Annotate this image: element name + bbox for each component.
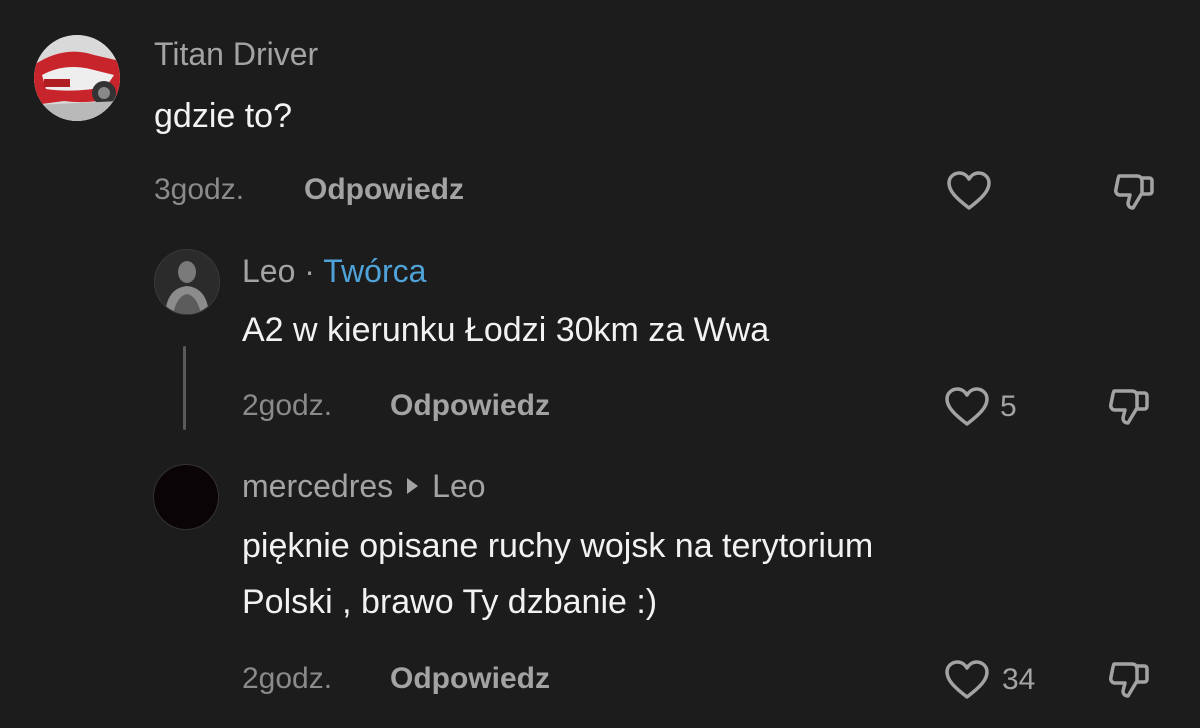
comment-username-row: Leo · Twórca xyxy=(242,251,426,291)
comment-timestamp: 3godz. xyxy=(154,173,245,206)
like-count: 34 xyxy=(1002,663,1036,696)
comment-timestamp: 2godz. xyxy=(242,389,333,422)
avatar[interactable] xyxy=(153,464,219,530)
heart-outline-icon[interactable] xyxy=(944,386,990,428)
comment-username[interactable]: mercedres xyxy=(242,468,393,504)
avatar[interactable] xyxy=(154,249,220,315)
comment-username[interactable]: Titan Driver xyxy=(154,34,318,74)
heart-outline-icon[interactable] xyxy=(944,659,990,701)
right-triangle-icon xyxy=(407,478,419,494)
thumbs-down-icon[interactable] xyxy=(1106,656,1152,702)
comment-text-line-2: Polski , brawo Ty dzbanie :) xyxy=(242,583,658,621)
comment-timestamp: 2godz. xyxy=(242,662,333,695)
comment-username-row: mercedres Leo xyxy=(242,466,486,506)
avatar-image xyxy=(155,250,219,314)
avatar-image xyxy=(34,35,120,121)
like-count: 5 xyxy=(1000,390,1017,423)
thumbs-down-icon[interactable] xyxy=(1106,383,1152,429)
reply-button[interactable]: Odpowiedz xyxy=(304,170,464,210)
heart-outline-icon[interactable] xyxy=(946,170,992,212)
thumbs-down-icon[interactable] xyxy=(1111,168,1157,214)
comment-text: A2 w kierunku Łodzi 30km za Wwa xyxy=(242,311,770,349)
creator-badge: Twórca xyxy=(323,253,427,289)
reply-button[interactable]: Odpowiedz xyxy=(390,386,550,426)
reply-button[interactable]: Odpowiedz xyxy=(390,659,550,699)
comment-username[interactable]: Leo xyxy=(242,253,295,289)
separator: · xyxy=(295,253,324,289)
comment-text-line-1: pięknie opisane ruchy wojsk na terytoriu… xyxy=(242,527,874,565)
thread-line xyxy=(183,346,186,430)
reply-to-username[interactable]: Leo xyxy=(432,468,485,504)
comment-text: gdzie to? xyxy=(154,97,292,135)
avatar[interactable] xyxy=(34,35,120,121)
